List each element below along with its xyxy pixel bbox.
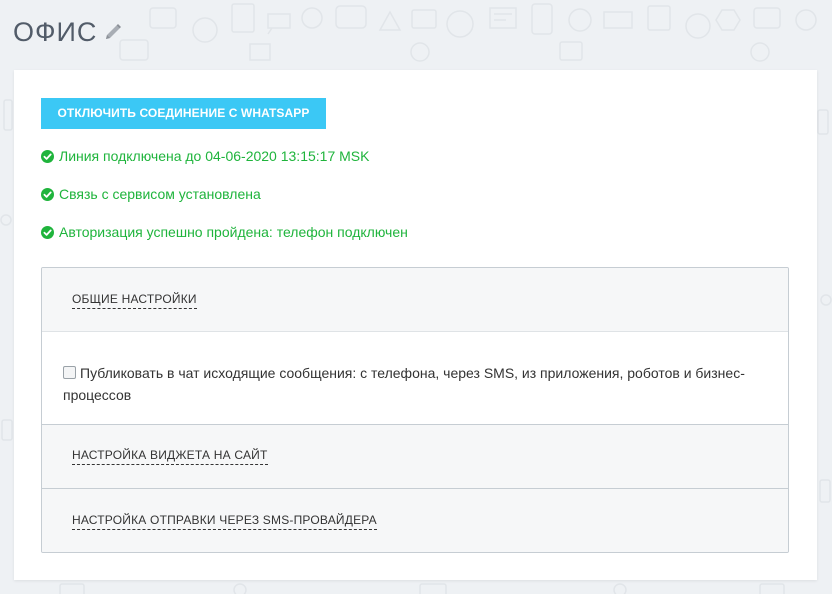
disconnect-whatsapp-button[interactable]: ОТКЛЮЧИТЬ СОЕДИНЕНИЕ С WHATSAPP	[41, 98, 326, 129]
status-text: Линия подключена до 04-06-2020 13:15:17 …	[59, 148, 370, 164]
check-circle-icon	[41, 187, 54, 201]
publish-outgoing-option: Публиковать в чат исходящие сообщения: с…	[63, 362, 763, 406]
status-authorization: Авторизация успешно пройдена: телефон по…	[41, 223, 408, 241]
publish-outgoing-label[interactable]: Публиковать в чат исходящие сообщения: с…	[63, 365, 745, 403]
section-sms-provider-header[interactable]: НАСТРОЙКА ОТПРАВКИ ЧЕРЕЗ SMS-ПРОВАЙДЕРА	[42, 489, 788, 552]
publish-outgoing-checkbox[interactable]	[63, 366, 76, 379]
section-general-body: Публиковать в чат исходящие сообщения: с…	[42, 332, 788, 425]
page-header: ОФИС	[13, 14, 124, 50]
page-title: ОФИС	[13, 17, 98, 47]
check-circle-icon	[41, 225, 54, 239]
check-circle-icon	[41, 149, 54, 163]
pencil-icon[interactable]	[102, 21, 124, 43]
section-widget-header[interactable]: НАСТРОЙКА ВИДЖЕТА НА САЙТ	[42, 425, 788, 489]
status-line-connected: Линия подключена до 04-06-2020 13:15:17 …	[41, 147, 369, 165]
section-general-header[interactable]: ОБЩИЕ НАСТРОЙКИ	[42, 268, 788, 332]
settings-card: ОТКЛЮЧИТЬ СОЕДИНЕНИЕ С WHATSAPP Линия по…	[14, 70, 817, 580]
section-title[interactable]: НАСТРОЙКА ВИДЖЕТА НА САЙТ	[72, 448, 268, 465]
status-text: Авторизация успешно пройдена: телефон по…	[59, 224, 408, 240]
section-title[interactable]: ОБЩИЕ НАСТРОЙКИ	[72, 292, 197, 309]
settings-accordion: ОБЩИЕ НАСТРОЙКИ Публиковать в чат исходя…	[41, 267, 789, 553]
section-title[interactable]: НАСТРОЙКА ОТПРАВКИ ЧЕРЕЗ SMS-ПРОВАЙДЕРА	[72, 513, 377, 530]
status-service-connected: Связь с сервисом установлена	[41, 185, 261, 203]
status-text: Связь с сервисом установлена	[59, 186, 261, 202]
